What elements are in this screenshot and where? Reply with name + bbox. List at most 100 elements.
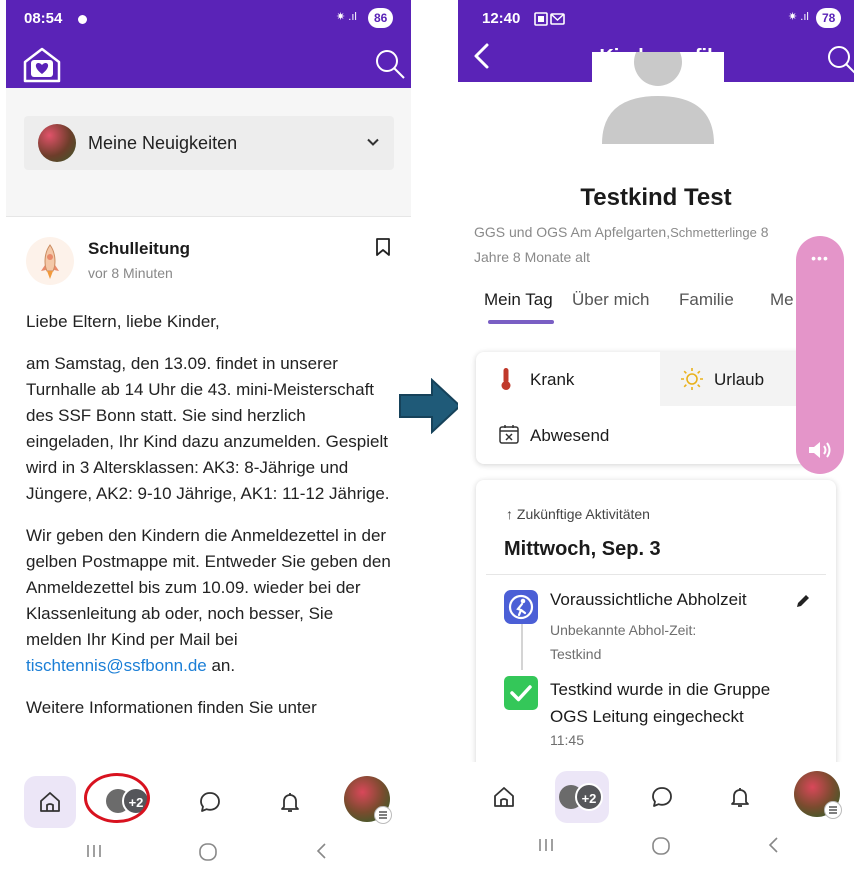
child-age-years: 8 [756, 224, 769, 240]
notification-dot-icon [78, 15, 87, 24]
nav-messages[interactable] [636, 771, 688, 823]
signal-icon: ✷ .ıl [336, 11, 357, 23]
battery-badge: 86 [368, 8, 394, 28]
home-icon [40, 792, 60, 812]
pickup-person-icon [504, 590, 538, 624]
nav-home[interactable] [478, 771, 530, 823]
system-navigation-bar [458, 829, 854, 873]
thermometer-icon [501, 368, 511, 390]
checkmark-icon [504, 676, 538, 710]
post-paragraph: Wir geben den Kindern die Anmeldezettel … [26, 523, 391, 679]
status-absent-label: Abwesend [530, 426, 610, 445]
nav-messages[interactable] [184, 776, 236, 828]
right-arrow-icon [399, 378, 462, 434]
group-count-badge: +2 [575, 783, 603, 811]
day-heading: Mittwoch, Sep. 3 [504, 538, 661, 560]
system-back-icon[interactable] [312, 841, 332, 861]
post-body: Liebe Eltern, liebe Kinder, am Samstag, … [26, 309, 391, 737]
system-navigation-bar [6, 835, 411, 873]
recent-apps-icon[interactable] [84, 841, 104, 861]
post-paragraph: am Samstag, den 13.09. findet in unserer… [26, 354, 390, 503]
bell-icon [281, 793, 299, 812]
chat-bubble-icon [200, 792, 220, 812]
profile-tabs: Mein Tag Über mich Familie Me [458, 280, 854, 328]
notification-icons [534, 12, 565, 26]
user-avatar [38, 124, 76, 162]
bottom-navigation: +2 [458, 762, 854, 832]
status-sick-label: Krank [530, 370, 575, 389]
post-paragraph-suffix: an. [206, 656, 236, 675]
nav-profile-avatar[interactable] [344, 776, 392, 824]
chevron-down-icon [367, 138, 379, 146]
sun-icon [681, 368, 703, 390]
pencil-edit-icon[interactable] [794, 592, 812, 610]
child-age-months: Jahre 8 Monate alt [474, 249, 590, 265]
feed-selector-label: Meine Neuigkeiten [88, 133, 238, 153]
bell-icon [731, 788, 749, 807]
menu-icon [824, 801, 842, 819]
speaker-icon[interactable] [807, 439, 833, 461]
app-logo-icon[interactable] [22, 46, 62, 84]
checkin-time: 11:45 [550, 732, 584, 748]
nav-home[interactable] [24, 776, 76, 828]
post-paragraph: Weitere Informationen finden Sie unter [26, 698, 317, 717]
right-phone-screen: 12:40 ✷ .ıl 78 Kinderprofil Testkind Tes… [458, 0, 854, 873]
child-name: Testkind Test [580, 184, 732, 211]
status-time: 08:54 [24, 10, 63, 27]
school-name: GGS und OGS Am Apfelgarten, [474, 224, 671, 240]
nav-profile-avatar[interactable] [794, 771, 842, 819]
checkin-text: Testkind wurde in die Gruppe OGS Leitung… [550, 680, 771, 726]
system-home-icon[interactable] [197, 841, 219, 863]
tab-more[interactable]: Me [770, 290, 794, 310]
search-icon[interactable] [826, 44, 854, 76]
post-paragraph: Liebe Eltern, liebe Kinder, [26, 312, 220, 331]
status-absent-option[interactable]: Abwesend [476, 408, 660, 462]
recent-apps-icon[interactable] [536, 835, 556, 855]
pickup-subtitle: Unbekannte Abhol-Zeit: Testkind [550, 622, 697, 662]
post-paragraph-text: Wir geben den Kindern die Anmeldezettel … [26, 526, 391, 649]
pickup-title: Voraussichtliche Abholzeit [550, 590, 747, 609]
post-author: Schulleitung [88, 239, 190, 258]
attendance-status-card: Krank Urlaub Abwesend [476, 352, 836, 464]
child-school-info: GGS und OGS Am Apfelgarten,Schmetterling… [474, 220, 820, 269]
tab-mein-tag[interactable]: Mein Tag [484, 290, 553, 310]
nav-notifications[interactable] [714, 771, 766, 823]
calendar-x-icon [499, 425, 519, 444]
child-profile-photo[interactable] [592, 52, 724, 144]
status-sick-option[interactable]: Krank [476, 352, 660, 406]
rocket-icon [41, 244, 59, 279]
tab-ueber-mich[interactable]: Über mich [572, 290, 649, 310]
search-icon[interactable] [374, 48, 406, 80]
status-bar: 08:54 ✷ .ıl 86 [6, 0, 411, 40]
system-home-icon[interactable] [650, 835, 672, 857]
signal-icon: ✷ .ıl [788, 11, 809, 23]
future-activities-link[interactable]: ↑ Zukünftige Aktivitäten [506, 506, 650, 522]
feed-selector-dropdown[interactable]: Meine Neuigkeiten [24, 116, 394, 170]
left-phone-screen: 08:54 ✷ .ıl 86 Meine Neuigkeiten Schulle… [6, 0, 411, 873]
email-link[interactable]: tischtennis@ssfbonn.de [26, 656, 207, 675]
status-bar: 12:40 ✷ .ıl 78 [458, 0, 854, 40]
more-dots-icon[interactable]: ••• [796, 250, 844, 266]
tab-familie[interactable]: Familie [679, 290, 734, 310]
activity-timeline-card: ↑ Zukünftige Aktivitäten Mittwoch, Sep. … [476, 480, 836, 770]
system-back-icon[interactable] [764, 835, 784, 855]
nav-notifications[interactable] [264, 776, 316, 828]
bottom-navigation: +2 [6, 767, 411, 837]
status-time: 12:40 [482, 10, 521, 27]
nav-groups[interactable]: +2 [555, 771, 609, 823]
highlight-circle-annotation [84, 773, 150, 823]
bookmark-icon[interactable] [375, 237, 391, 257]
timeline-connector [521, 620, 523, 670]
menu-icon [374, 806, 392, 824]
person-placeholder-icon [592, 52, 724, 144]
active-tab-indicator [488, 320, 554, 324]
chat-bubble-icon [652, 787, 672, 807]
home-icon [494, 787, 514, 807]
author-avatar [26, 237, 74, 285]
accessibility-floating-panel[interactable]: ••• [796, 236, 844, 474]
battery-badge: 78 [816, 8, 842, 28]
group-name: Schmetterlinge [670, 225, 757, 240]
status-vacation-label: Urlaub [714, 370, 765, 389]
group-bubble: +2 [559, 783, 607, 811]
post-timestamp: vor 8 Minuten [88, 265, 173, 281]
